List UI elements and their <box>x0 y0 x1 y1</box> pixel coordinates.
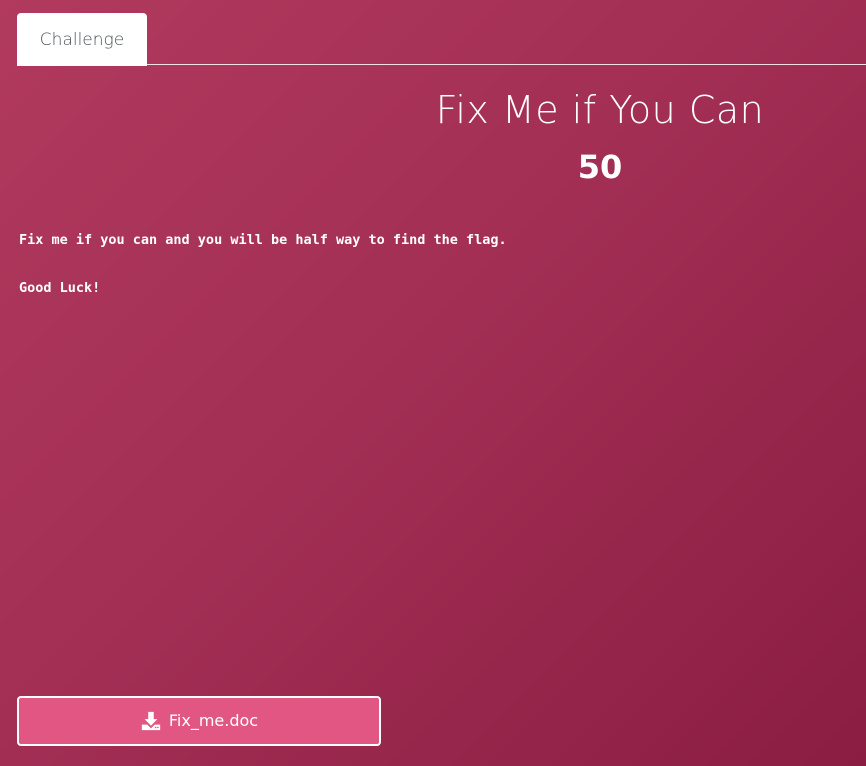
challenge-description-line: Fix me if you can and you will be half w… <box>19 232 507 248</box>
download-file-button[interactable]: Fix_me.doc <box>17 696 381 746</box>
tab-challenge[interactable]: Challenge <box>17 13 147 66</box>
tab-bar: Challenge <box>17 13 866 66</box>
challenge-description-line: Good Luck! <box>19 280 101 296</box>
download-icon <box>141 711 161 731</box>
download-file-label: Fix_me.doc <box>168 711 259 730</box>
challenge-points: 50 <box>577 148 623 186</box>
tab-challenge-label: Challenge <box>39 29 125 50</box>
challenge-title: Fix Me if You Can <box>435 88 765 132</box>
